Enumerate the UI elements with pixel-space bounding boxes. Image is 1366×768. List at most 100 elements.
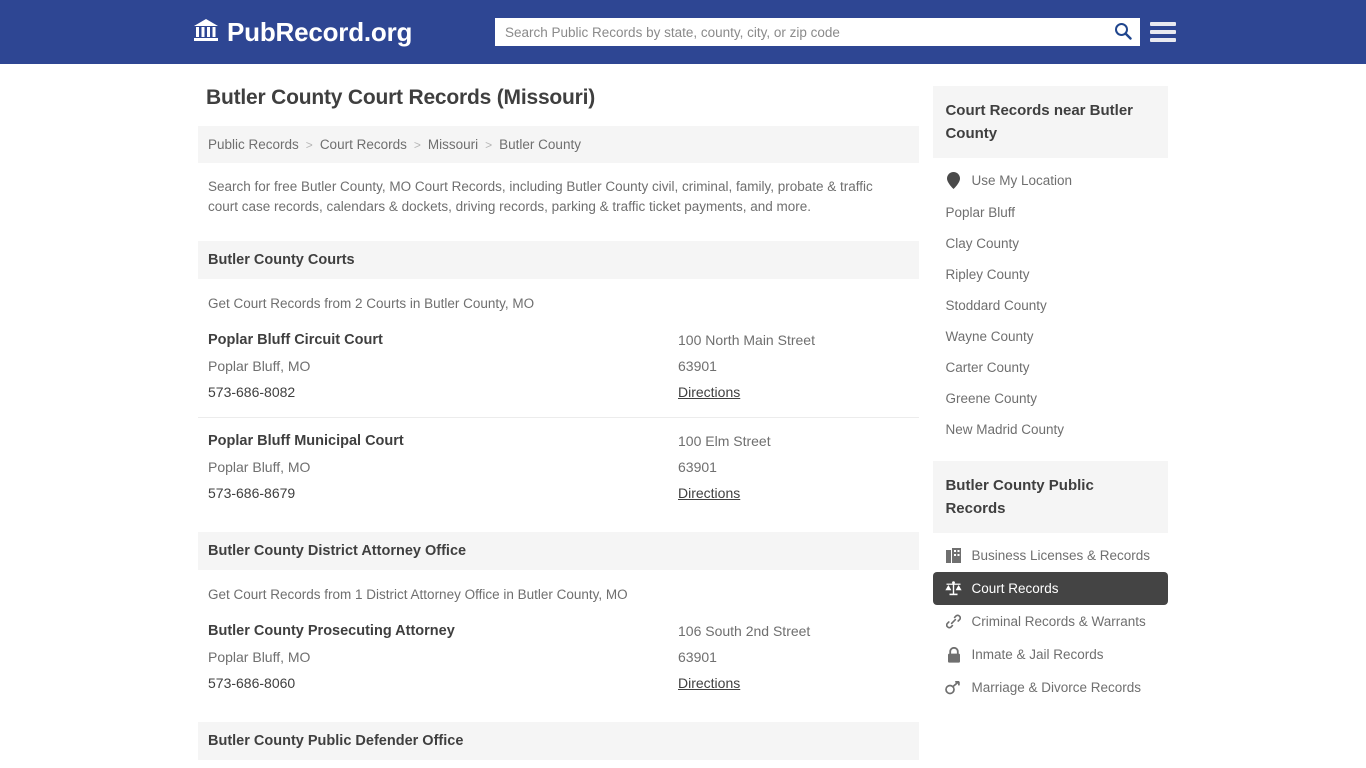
sidebar-item-label: Use My Location [971, 173, 1073, 188]
logo-text: PubRecord.org [227, 16, 413, 47]
entry-left: Poplar Bluff Circuit Court Poplar Bluff,… [208, 327, 678, 405]
list-item: Inmate & Jail Records [933, 638, 1168, 671]
court-city: Poplar Bluff, MO [208, 649, 311, 665]
sidebar-item-poplar-bluff[interactable]: Poplar Bluff [933, 197, 1168, 228]
sidebar-item-label: Clay County [945, 236, 1020, 251]
court-city: Poplar Bluff, MO [208, 459, 311, 475]
sidebar-block-public-records: Butler County Public Records Business Li… [933, 461, 1168, 704]
directions-link[interactable]: Directions [678, 480, 740, 506]
page-body: Butler County Court Records (Missouri) P… [0, 64, 1366, 768]
section-subtitle-public-defender: Get Court Records from 1 Public Defender… [198, 760, 919, 768]
sidebar-item-stoddard-county[interactable]: Stoddard County [933, 290, 1168, 321]
sidebar-item-label: Stoddard County [945, 298, 1047, 313]
breadcrumb-item-butler-county[interactable]: Butler County [499, 137, 581, 152]
section-header-public-defender: Butler County Public Defender Office [198, 722, 920, 760]
hamburger-bar [1150, 22, 1176, 26]
list-item: Greene County [933, 383, 1168, 414]
sidebar-public-records-list: Business Licenses & Records Court Record… [933, 533, 1168, 704]
list-item: New Madrid County [933, 414, 1168, 445]
hamburger-menu-icon[interactable] [1150, 19, 1176, 45]
sidebar-item-label: New Madrid County [945, 422, 1065, 437]
court-name: Butler County Prosecuting Attorney [208, 623, 455, 639]
breadcrumb-separator: > [305, 137, 313, 152]
directions-link[interactable]: Directions [678, 670, 740, 696]
list-item: Marriage & Divorce Records [933, 671, 1168, 704]
sidebar: Court Records near Butler County Use My … [933, 86, 1168, 768]
sidebar-item-criminal-records[interactable]: Criminal Records & Warrants [933, 605, 1168, 638]
site-header: PubRecord.org [0, 0, 1366, 64]
entry-right: 100 Elm Street 63901 Directions [678, 428, 909, 506]
entry-right: 100 North Main Street 63901 Directions [678, 327, 909, 405]
breadcrumb-item-court-records[interactable]: Court Records [320, 137, 407, 152]
list-item: Business Licenses & Records [933, 539, 1168, 572]
breadcrumb-item-public-records[interactable]: Public Records [208, 137, 299, 152]
sidebar-item-label: Inmate & Jail Records [971, 647, 1104, 662]
list-item: Carter County [933, 352, 1168, 383]
court-phone: 573-686-8060 [208, 675, 296, 691]
sidebar-item-label: Carter County [945, 360, 1030, 375]
content-container: Butler County Court Records (Missouri) P… [198, 64, 1168, 768]
list-item: Clay County [933, 228, 1168, 259]
sidebar-item-label: Criminal Records & Warrants [971, 614, 1146, 629]
sidebar-item-clay-county[interactable]: Clay County [933, 228, 1168, 259]
list-item: Ripley County [933, 259, 1168, 290]
breadcrumb-separator: > [485, 137, 493, 152]
section-subtitle-district-attorney: Get Court Records from 1 District Attorn… [208, 587, 628, 602]
sidebar-item-label: Wayne County [945, 329, 1034, 344]
sidebar-item-label: Poplar Bluff [945, 205, 1016, 220]
breadcrumb-item-missouri[interactable]: Missouri [428, 137, 478, 152]
sidebar-item-label: Marriage & Divorce Records [971, 680, 1142, 695]
list-item: Stoddard County [933, 290, 1168, 321]
sidebar-item-new-madrid-county[interactable]: New Madrid County [933, 414, 1168, 445]
sidebar-item-court-records[interactable]: Court Records [933, 572, 1168, 605]
court-zip: 63901 [678, 459, 717, 475]
search-bar [495, 18, 1140, 46]
scales-icon [945, 580, 963, 597]
table-row: Poplar Bluff Municipal Court Poplar Bluf… [198, 417, 920, 518]
entry-left: Poplar Bluff Municipal Court Poplar Bluf… [208, 428, 678, 506]
list-item: Use My Location [933, 164, 1168, 197]
sidebar-item-wayne-county[interactable]: Wayne County [933, 321, 1168, 352]
bank-icon [193, 18, 219, 47]
section-subtitle-courts: Get Court Records from 2 Courts in Butle… [208, 296, 535, 311]
court-city: Poplar Bluff, MO [208, 358, 311, 374]
lock-icon [945, 646, 962, 663]
sidebar-item-carter-county[interactable]: Carter County [933, 352, 1168, 383]
entry-left: Butler County Prosecuting Attorney Popla… [208, 618, 678, 696]
sidebar-nearby-list: Use My Location Poplar Bluff Clay County [933, 158, 1168, 445]
search-input[interactable] [495, 19, 1106, 45]
court-name: Poplar Bluff Circuit Court [208, 332, 383, 348]
court-name: Poplar Bluff Municipal Court [208, 433, 404, 449]
hamburger-bar [1150, 38, 1176, 42]
list-item: Criminal Records & Warrants [933, 605, 1168, 638]
sidebar-item-use-my-location[interactable]: Use My Location [933, 164, 1168, 197]
table-row: Poplar Bluff Circuit Court Poplar Bluff,… [198, 317, 919, 417]
gender-icon [945, 679, 962, 696]
sidebar-item-ripley-county[interactable]: Ripley County [933, 259, 1168, 290]
sidebar-item-greene-county[interactable]: Greene County [933, 383, 1168, 414]
sidebar-item-label: Court Records [971, 581, 1059, 596]
sidebar-heading-nearby: Court Records near Butler County [933, 86, 1168, 158]
sidebar-block-nearby: Court Records near Butler County Use My … [933, 86, 1168, 445]
site-logo[interactable]: PubRecord.org [193, 17, 412, 48]
search-icon [1114, 22, 1132, 43]
list-item: Wayne County [933, 321, 1168, 352]
page-intro-text: Search for free Butler County, MO Court … [208, 179, 873, 214]
sidebar-item-inmate-jail-records[interactable]: Inmate & Jail Records [933, 638, 1168, 671]
search-button[interactable] [1106, 19, 1140, 45]
breadcrumb: Public Records > Court Records > Missour… [198, 126, 920, 163]
court-phone: 573-686-8679 [208, 485, 296, 501]
sidebar-item-marriage-divorce-records[interactable]: Marriage & Divorce Records [933, 671, 1168, 704]
court-address: 100 Elm Street [678, 433, 771, 449]
sidebar-heading-public-records: Butler County Public Records [933, 461, 1168, 533]
court-address: 106 South 2nd Street [678, 623, 811, 639]
section-header-courts: Butler County Courts [198, 241, 920, 279]
court-address: 100 North Main Street [678, 332, 815, 348]
page-title: Butler County Court Records (Missouri) [206, 86, 596, 109]
directions-link[interactable]: Directions [678, 379, 740, 405]
sidebar-item-business-licenses[interactable]: Business Licenses & Records [933, 539, 1168, 572]
section-header-district-attorney: Butler County District Attorney Office [198, 532, 920, 570]
list-item: Court Records [933, 572, 1168, 605]
list-item: Poplar Bluff [933, 197, 1168, 228]
table-row: Butler County Prosecuting Attorney Popla… [198, 608, 919, 708]
